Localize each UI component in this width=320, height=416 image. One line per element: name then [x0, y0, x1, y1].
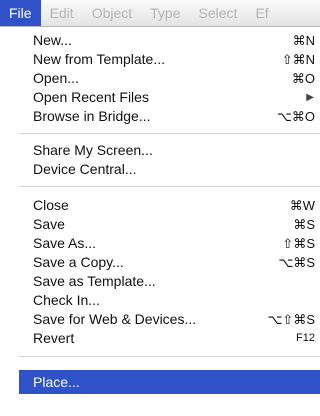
- menu-item-label: Save for Web & Devices...: [33, 311, 197, 327]
- menu-item-save[interactable]: Save ⌘S: [19, 215, 320, 234]
- menu-item-label: Open Recent Files: [33, 89, 149, 105]
- menu-type[interactable]: Type: [141, 0, 189, 26]
- menu-item-label: Place...: [33, 374, 80, 390]
- screen: File Edit Object Type Select Ef New... ⌘…: [0, 0, 320, 416]
- shortcut-label: ⌘W: [289, 198, 315, 213]
- menu-separator: [19, 186, 320, 187]
- shortcut-label: ⌘O: [291, 71, 315, 86]
- menu-item-revert[interactable]: Revert F12: [19, 329, 320, 348]
- menu-item-save-as[interactable]: Save As... ⇧⌘S: [19, 234, 320, 253]
- menu-item-label: Save as Template...: [33, 273, 156, 289]
- menu-separator: [19, 133, 320, 134]
- shortcut-label: ⌘N: [292, 33, 315, 48]
- menu-item-save-for-web[interactable]: Save for Web & Devices... ⌥⇧⌘S: [19, 310, 320, 329]
- menu-item-browse-in-bridge[interactable]: Browse in Bridge... ⌥⌘O: [19, 107, 320, 126]
- menu-edit[interactable]: Edit: [41, 0, 83, 26]
- menu-bar: File Edit Object Type Select Ef: [0, 0, 320, 27]
- menu-select[interactable]: Select: [190, 0, 247, 26]
- menu-file[interactable]: File: [0, 0, 41, 26]
- menu-item-share-my-screen[interactable]: Share My Screen...: [19, 141, 320, 160]
- shortcut-label: ⌘S: [293, 217, 315, 232]
- menu-item-label: Browse in Bridge...: [33, 108, 151, 124]
- menu-item-label: Save: [33, 216, 65, 232]
- menu-effect[interactable]: Ef: [246, 0, 277, 26]
- shortcut-label: ⌥⇧⌘S: [267, 312, 315, 327]
- menu-item-new[interactable]: New... ⌘N: [19, 31, 320, 50]
- menu-item-label: Open...: [33, 70, 79, 86]
- menu-item-new-from-template[interactable]: New from Template... ⇧⌘N: [19, 50, 320, 69]
- menu-item-label: Device Central...: [33, 161, 137, 177]
- shortcut-label: ⌥⌘S: [278, 255, 315, 270]
- menu-item-label: Save As...: [33, 235, 97, 251]
- menu-item-check-in[interactable]: Check In...: [19, 291, 320, 310]
- submenu-arrow-icon: ▶: [306, 92, 314, 103]
- menu-item-place[interactable]: Place...: [19, 370, 320, 394]
- menu-item-label: Revert: [33, 330, 75, 346]
- menu-item-open[interactable]: Open... ⌘O: [19, 69, 320, 88]
- menu-item-label: New...: [33, 32, 72, 48]
- shortcut-label: F12: [296, 332, 315, 344]
- menu-item-label: New from Template...: [33, 51, 166, 67]
- shortcut-label: ⌥⌘O: [276, 109, 315, 124]
- shortcut-label: ⇧⌘S: [282, 236, 315, 251]
- file-menu-dropdown: New... ⌘N New from Template... ⇧⌘N Open.…: [19, 27, 320, 416]
- menu-item-save-as-template[interactable]: Save as Template...: [19, 272, 320, 291]
- shortcut-label: ⇧⌘N: [281, 52, 315, 67]
- menu-item-label: Share My Screen...: [33, 142, 153, 158]
- menu-item-label: Check In...: [33, 292, 100, 308]
- menu-item-label: Close: [33, 197, 69, 213]
- menu-separator: [19, 356, 320, 357]
- menu-item-device-central[interactable]: Device Central...: [19, 160, 320, 179]
- menu-item-label: Save a Copy...: [33, 254, 124, 270]
- menu-item-save-a-copy[interactable]: Save a Copy... ⌥⌘S: [19, 253, 320, 272]
- menu-item-close[interactable]: Close ⌘W: [19, 196, 320, 215]
- menu-item-open-recent-files[interactable]: Open Recent Files ▶: [19, 88, 320, 107]
- menu-object[interactable]: Object: [83, 0, 141, 26]
